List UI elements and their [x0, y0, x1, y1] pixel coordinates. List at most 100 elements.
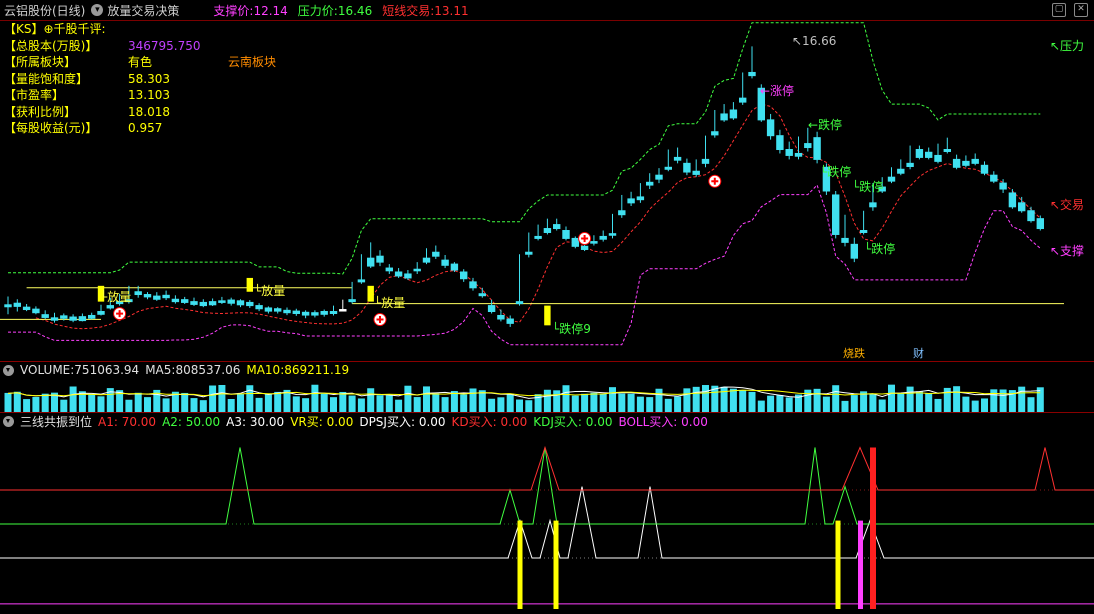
candle-body: [925, 151, 933, 158]
panel-menu-icon[interactable]: [3, 364, 14, 376]
limit-down-label: └跌停9: [552, 321, 591, 336]
candle-body: [562, 230, 570, 239]
breakout-candle: [544, 305, 551, 326]
panel-menu-icon[interactable]: [3, 415, 14, 427]
volume-bar: [125, 399, 133, 412]
info-header[interactable]: 【KS】⊕千股千评:: [4, 21, 276, 38]
candle-body: [357, 279, 366, 283]
volume-bar: [162, 398, 170, 412]
candle-body: [1018, 202, 1026, 212]
candle-body: [841, 237, 849, 243]
candle-body: [32, 308, 40, 314]
candle-body: [590, 241, 598, 244]
support-tag: ↖支撑: [1050, 243, 1084, 258]
volume-label: └放量: [374, 295, 405, 310]
event-tag: 烧跌: [843, 346, 865, 360]
indicator-value: A2: 50.00: [162, 414, 221, 429]
candle-body: [190, 301, 198, 305]
chevron-down-icon[interactable]: ▾: [91, 4, 104, 16]
candle-body: [4, 304, 12, 308]
indicator-header: 三线共振到位 A1: 70.00 A2: 50.00 A3: 30.00 VR买: 0…: [0, 413, 720, 429]
candle-body: [915, 149, 924, 158]
volume-bar: [627, 393, 635, 412]
volume-bar: [609, 387, 616, 412]
volume-bar: [674, 396, 682, 412]
volume-bar: [516, 399, 523, 412]
info-value: 0.957: [128, 121, 163, 135]
candle-body: [450, 263, 459, 271]
candle-body: [739, 97, 747, 103]
close-icon[interactable]: ✕: [1074, 3, 1088, 17]
candle-body: [181, 299, 189, 303]
candle-body: [636, 196, 645, 201]
candle-body: [283, 309, 291, 314]
volume-bar: [525, 400, 533, 412]
indicator-chart[interactable]: [0, 429, 1094, 614]
volume-bar: [404, 385, 412, 412]
candle-body: [692, 170, 700, 175]
volume-bar: [441, 397, 449, 412]
candle-body: [348, 299, 356, 303]
volume-bar: [934, 398, 942, 412]
volume-bar: [897, 393, 905, 412]
candle-body: [962, 160, 970, 166]
volume-bar: [60, 399, 68, 412]
volume-bar: [664, 398, 672, 412]
info-value-secondary: 云南板块: [228, 55, 277, 69]
volume-bar: [497, 397, 505, 412]
volume-bar: [915, 391, 923, 412]
volume-bar: [590, 392, 598, 412]
buy-signal-icon: [373, 313, 387, 327]
candle-body: [553, 224, 561, 230]
candle-body: [618, 210, 626, 216]
candle-body: [413, 268, 421, 272]
volume-bar: [181, 392, 189, 412]
volume-bar: [450, 391, 458, 412]
indicator-value: BOLL买入: 0.00: [618, 414, 708, 429]
boll-buy-bar: [858, 520, 863, 609]
kd-buy-bar: [870, 447, 876, 609]
volume-bar: [488, 398, 496, 412]
volume-bar: [785, 397, 793, 412]
candle-body: [385, 267, 394, 272]
volume-chart[interactable]: [0, 378, 1094, 412]
candle-body: [460, 271, 468, 280]
volume-bar: [553, 390, 561, 412]
volume-bar: [357, 398, 365, 412]
info-key: 【所属板块】: [4, 55, 77, 69]
candle-body: [571, 237, 579, 247]
candle-body: [367, 257, 375, 267]
volume-bar: [618, 393, 626, 412]
volume-bar: [841, 400, 849, 412]
info-key: 【每股收益(元)】: [4, 121, 98, 135]
volume-bar: [23, 399, 31, 412]
candle-body: [971, 158, 979, 164]
candle-body: [199, 301, 208, 307]
volume-bar: [971, 400, 979, 412]
volume-bar: [506, 393, 514, 412]
candle-body: [469, 281, 477, 289]
volume-bar: [739, 390, 747, 412]
candle-body: [227, 299, 235, 304]
volume-bar: [385, 395, 393, 412]
volume-bar: [218, 384, 226, 412]
restore-icon[interactable]: ▢: [1052, 3, 1066, 17]
candle-body: [339, 309, 347, 312]
volume-bar: [348, 395, 356, 412]
candle-body: [599, 235, 607, 240]
candle-body: [720, 113, 728, 121]
volume-bar: [423, 386, 430, 412]
volume-bar: [636, 396, 644, 412]
candle-body: [683, 162, 691, 173]
info-key: 【市盈率】: [4, 88, 65, 102]
volume-bar: [69, 386, 77, 412]
volume-bar: [962, 396, 970, 412]
volume-bar: [906, 386, 914, 412]
candle-body: [543, 228, 552, 233]
vr-buy-bar: [553, 520, 559, 609]
volume-bar: [748, 391, 756, 412]
support-line: [8, 184, 1041, 346]
candle-body: [292, 310, 301, 314]
candle-body: [711, 131, 719, 136]
strategy-name[interactable]: 放量交易决策: [107, 2, 179, 19]
